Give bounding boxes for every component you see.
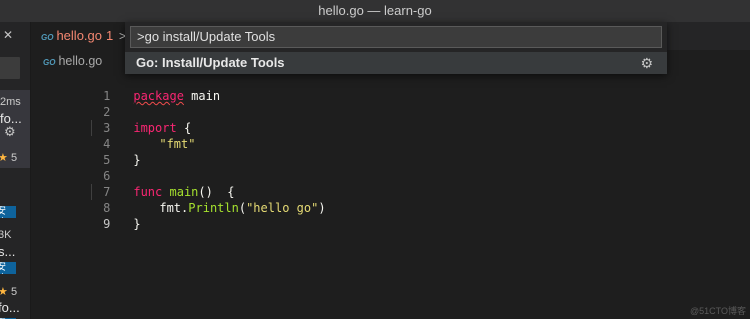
extensions-search-input[interactable]	[0, 57, 20, 79]
tab-hello-go[interactable]: GO hello.go 1	[31, 22, 131, 50]
install-button[interactable]: 安装	[0, 262, 16, 274]
string-literal: "fmt"	[159, 137, 196, 151]
command-palette: >go install/Update Tools Go: Install/Upd…	[125, 22, 667, 74]
extension-name: fo...	[0, 300, 20, 315]
extension-downloads: 3K	[0, 229, 12, 241]
extension-rating: ★ 5	[0, 151, 17, 164]
code-line: 9}	[31, 200, 140, 231]
code-editor[interactable]: 1 package main 2 3 import { 4 "fmt" 5} 6 7f…	[31, 72, 750, 319]
gear-icon[interactable]: ⚙	[4, 124, 16, 140]
function-name: Println	[188, 201, 239, 215]
identifier: main	[183, 89, 221, 103]
code-line: 4 "fmt"	[31, 120, 195, 151]
command-label: Go: Install/Update Tools	[136, 55, 285, 70]
code-line: 6	[31, 152, 110, 183]
code-line: 8 fmt.Println("hello go")	[31, 184, 325, 215]
keyword: package	[133, 89, 184, 103]
command-palette-input[interactable]: >go install/Update Tools	[130, 26, 662, 48]
title-bar: hello.go — learn-go	[0, 0, 750, 22]
problem-count-badge: 1	[106, 28, 114, 43]
extension-name: s...	[0, 244, 16, 259]
go-file-icon: GO	[43, 58, 56, 67]
identifier: fmt.	[159, 201, 189, 215]
line-number: 9	[103, 217, 111, 231]
vscode-window: hello.go — learn-go ✕ 2ms fo... ⚙ ★ 5 安装…	[0, 0, 750, 319]
install-button[interactable]: 安装	[0, 206, 16, 218]
breadcrumb[interactable]: GO hello.go	[31, 50, 102, 72]
code-line: 7 func main() {	[31, 168, 234, 199]
window-title: hello.go — learn-go	[318, 3, 432, 18]
punctuation: )	[318, 201, 326, 215]
breadcrumb-file[interactable]: hello.go	[58, 54, 102, 68]
star-icon: ★	[0, 286, 8, 298]
string-literal: "hello go"	[246, 201, 319, 215]
gear-icon[interactable]: ⚙	[640, 52, 653, 74]
extension-time: 2ms	[0, 96, 21, 108]
code-line: 3 import {	[31, 104, 191, 135]
punctuation: (	[238, 201, 247, 215]
extension-rating: ★ 5	[0, 285, 17, 298]
code-line: 5}	[31, 136, 140, 167]
star-icon: ★	[0, 152, 8, 164]
extensions-sidebar: ✕ 2ms fo... ⚙ ★ 5 安装 3K s... 安装 ★ 5 fo..…	[0, 22, 31, 319]
punctuation: }	[133, 217, 141, 231]
watermark: @51CTO博客	[690, 306, 746, 316]
close-icon[interactable]: ✕	[3, 28, 13, 42]
go-file-icon: GO	[41, 33, 54, 42]
punctuation: }	[133, 153, 141, 167]
command-palette-item[interactable]: Go: Install/Update Tools ⚙	[125, 52, 667, 74]
code-line: 2	[31, 88, 110, 119]
code-line: 1 package main	[31, 72, 220, 103]
tab-label: hello.go	[56, 28, 102, 43]
